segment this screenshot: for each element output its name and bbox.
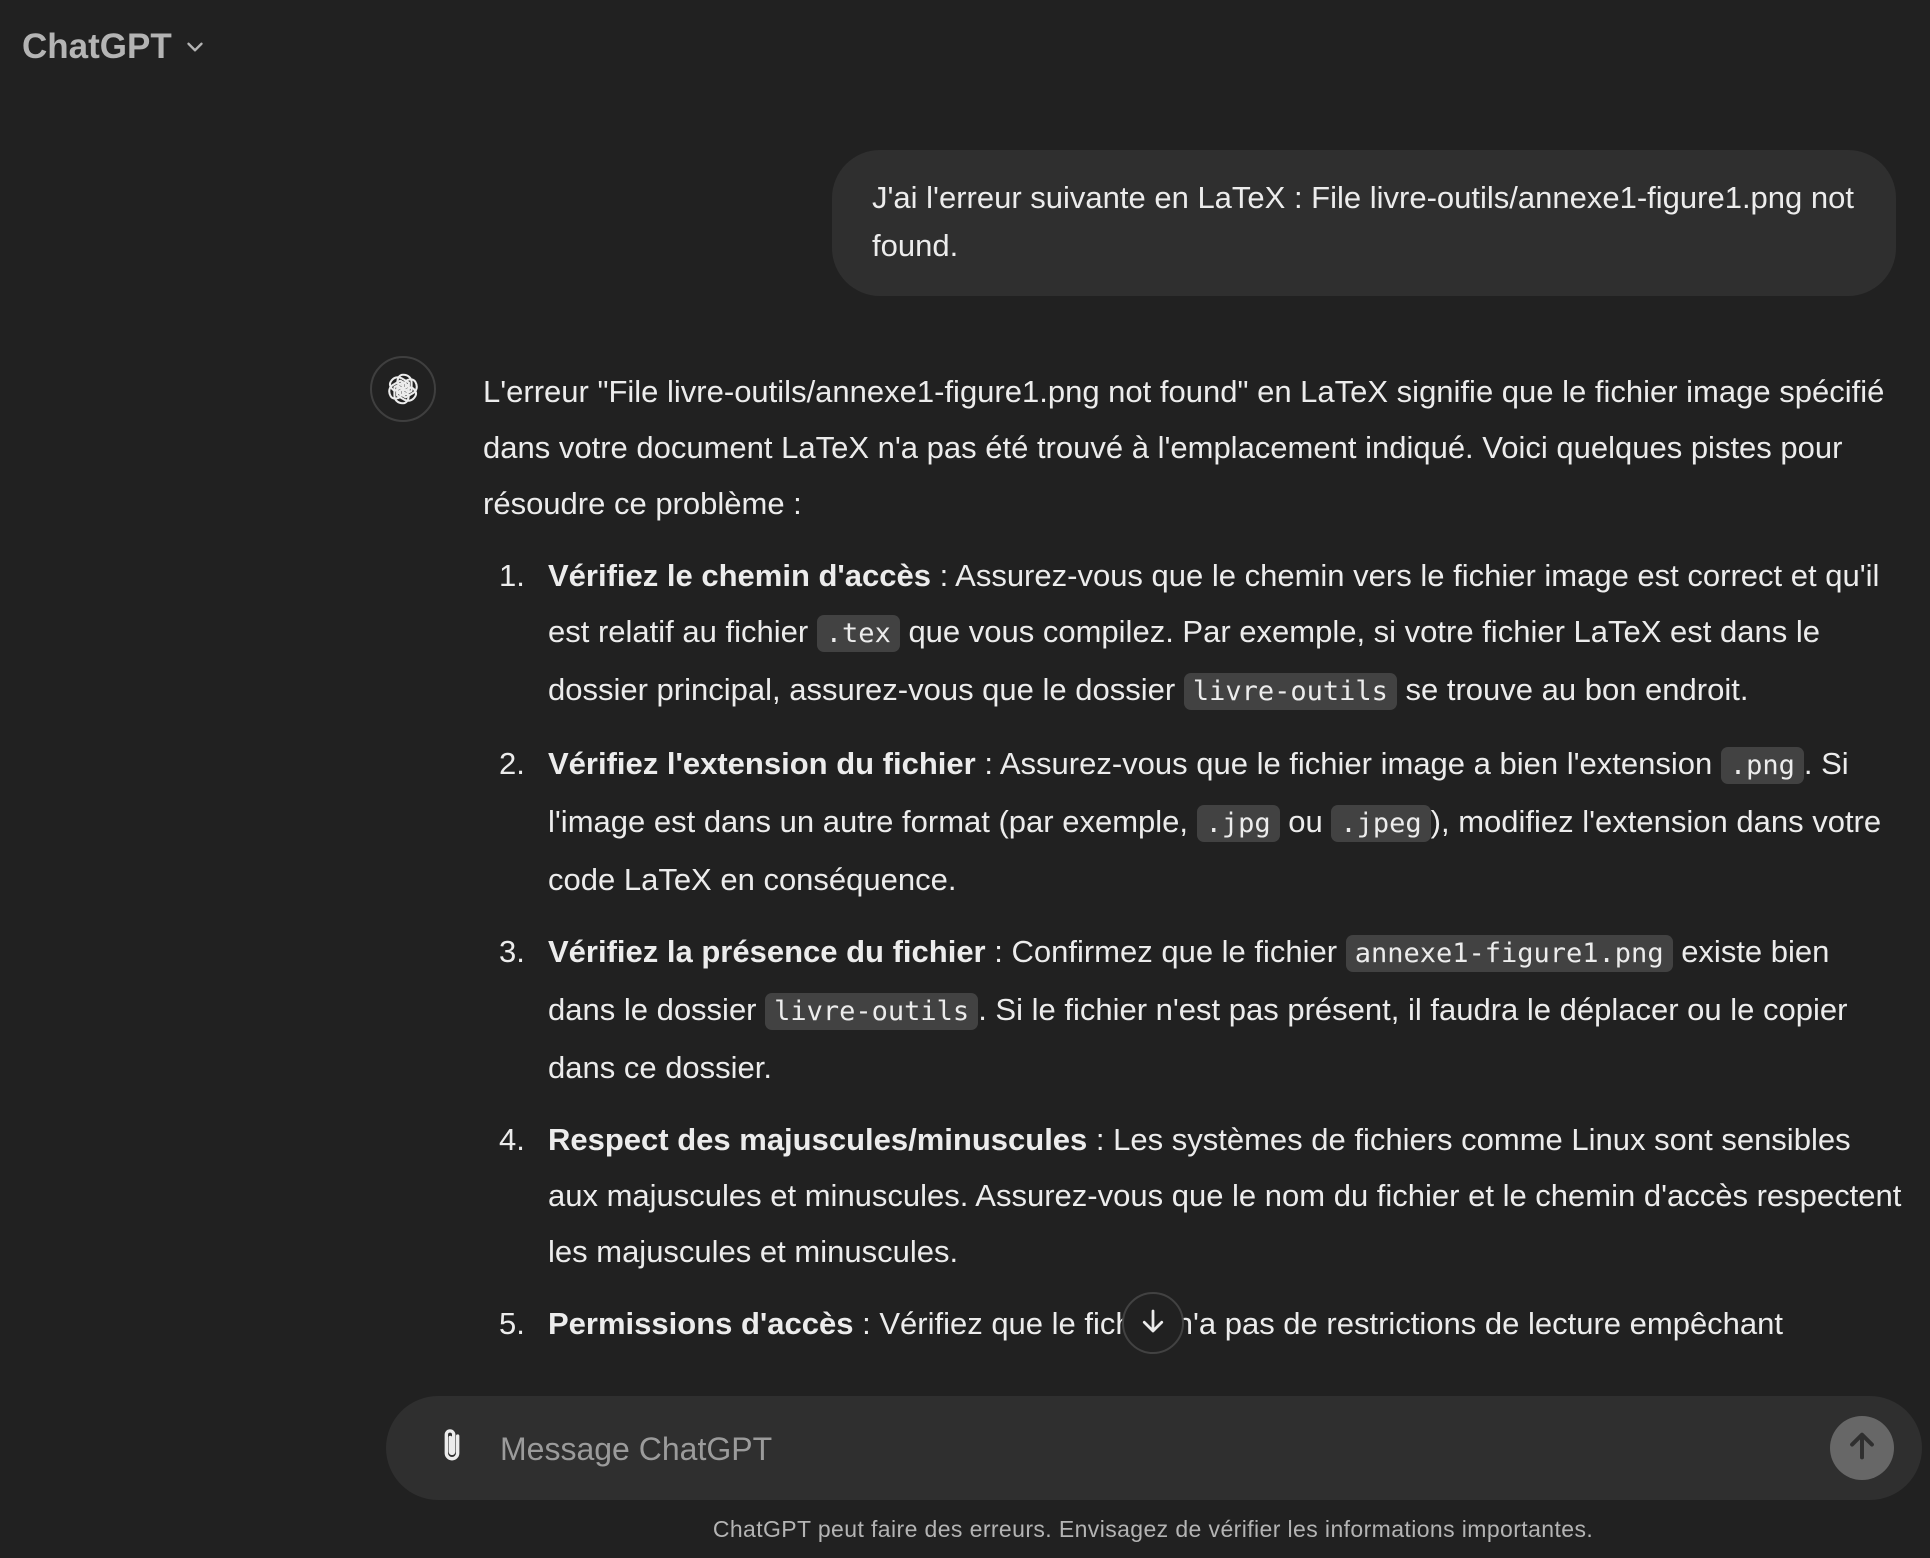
assistant-intro: L'erreur "File livre-outils/annexe1-figu… (483, 374, 1885, 521)
inline-code: .tex (816, 615, 900, 652)
openai-logo-icon (370, 356, 436, 422)
inline-code: livre-outils (765, 993, 979, 1030)
model-name: ChatGPT (22, 27, 172, 66)
list-item: 5. Permissions d'accès : Vérifiez que le… (483, 1296, 1903, 1352)
send-button[interactable] (1830, 1416, 1894, 1480)
item-title: Permissions d'accès (548, 1306, 854, 1341)
item-title: Vérifiez le chemin d'accès (548, 558, 932, 593)
scroll-to-bottom-button[interactable] (1122, 1292, 1184, 1354)
arrow-down-icon (1138, 1306, 1168, 1341)
list-item: 1. Vérifiez le chemin d'accès : Assurez-… (483, 548, 1903, 720)
inline-code: .jpeg (1331, 805, 1431, 842)
item-number: 1. (499, 558, 525, 593)
model-selector[interactable]: ChatGPT (22, 22, 208, 72)
item-text: : Assurez-vous que le fichier image a bi… (975, 746, 1721, 781)
item-text: : Confirmez que le fichier (985, 934, 1346, 969)
inline-code: .png (1720, 747, 1804, 784)
item-text: se trouve au bon endroit. (1396, 672, 1749, 707)
inline-code: annexe1-figure1.png (1345, 935, 1673, 972)
item-number: 3. (499, 934, 525, 969)
item-title: Vérifiez la présence du fichier (548, 934, 986, 969)
paperclip-icon (435, 1426, 469, 1471)
list-item: 4. Respect des majuscules/minuscules : L… (483, 1112, 1903, 1280)
item-number: 5. (499, 1306, 525, 1341)
inline-code: .jpg (1196, 805, 1280, 842)
item-title: Vérifiez l'extension du fichier (548, 746, 976, 781)
item-title: Respect des majuscules/minuscules (548, 1122, 1088, 1157)
disclaimer: ChatGPT peut faire des erreurs. Envisage… (712, 1516, 1594, 1542)
list-item: 3. Vérifiez la présence du fichier : Con… (483, 924, 1903, 1096)
user-message: J'ai l'erreur suivante en LaTeX : File l… (832, 150, 1896, 296)
item-number: 2. (499, 746, 525, 781)
inline-code: livre-outils (1183, 673, 1397, 710)
list-item: 2. Vérifiez l'extension du fichier : Ass… (483, 736, 1903, 908)
arrow-up-icon (1845, 1429, 1879, 1468)
item-text: ou (1279, 804, 1332, 839)
attach-button[interactable] (428, 1424, 476, 1472)
item-number: 4. (499, 1122, 525, 1157)
item-text: : Vérifiez que le fichier n'a pas de res… (853, 1306, 1784, 1341)
message-composer (386, 1396, 1922, 1500)
fix-list: 1. Vérifiez le chemin d'accès : Assurez-… (483, 548, 1903, 1352)
assistant-message: L'erreur "File livre-outils/annexe1-figu… (483, 364, 1903, 1368)
message-input[interactable] (498, 1418, 1802, 1480)
chevron-down-icon (182, 34, 208, 60)
